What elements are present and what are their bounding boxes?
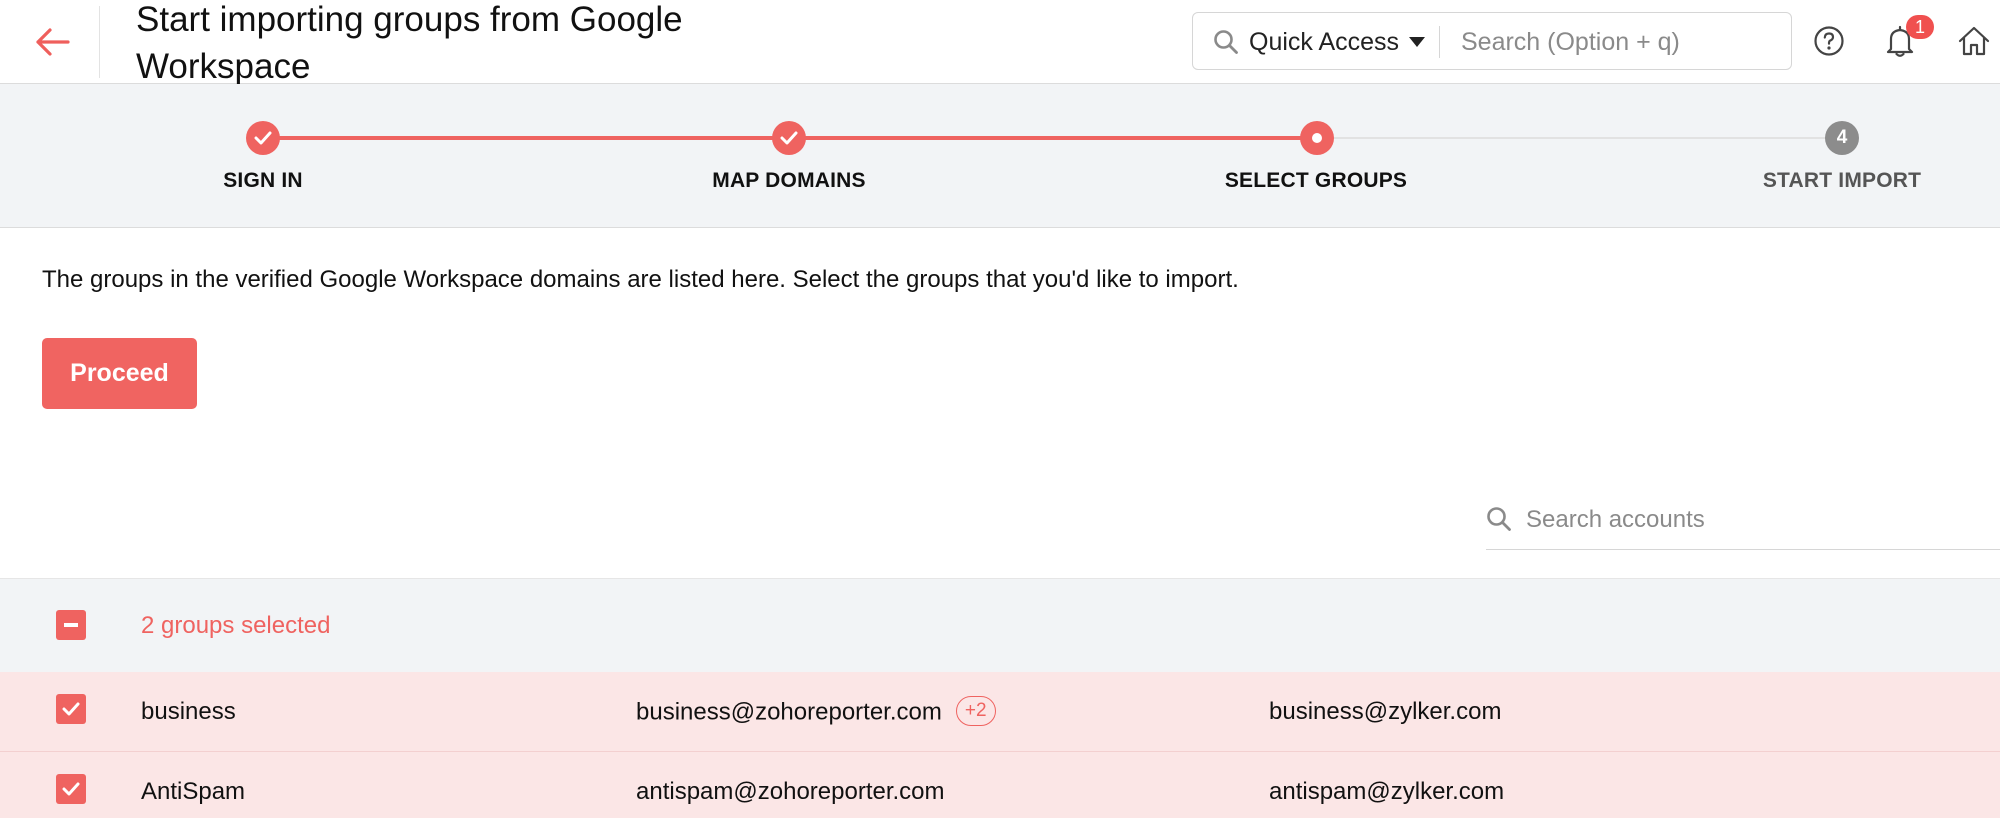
import-stepper: SIGN IN MAP DOMAINS SELECT GROUPS 4 STAR… [0, 84, 2000, 228]
search-accounts-box [1486, 494, 2000, 550]
arrow-left-icon [36, 28, 70, 56]
quick-access-dropdown[interactable]: Quick Access [1249, 25, 1426, 59]
table-row[interactable]: business business@zohoreporter.com +2 bus… [0, 672, 2000, 752]
global-search-box: Quick Access [1192, 12, 1792, 70]
check-icon [62, 702, 80, 716]
caret-down-icon [1409, 37, 1426, 47]
search-icon [1214, 30, 1238, 54]
selection-summary: 2 groups selected [141, 612, 331, 639]
step-label-start-import: START IMPORT [1762, 169, 1922, 192]
header-divider [99, 6, 100, 78]
group-email: antispam@zohoreporter.com [636, 778, 945, 805]
group-email: business@zohoreporter.com +2 [636, 696, 996, 728]
group-email-text: business@zohoreporter.com [636, 698, 942, 726]
target-email: business@zylker.com [1269, 698, 1502, 725]
check-icon [62, 782, 80, 796]
row-checkbox[interactable] [56, 694, 86, 724]
select-all-checkbox[interactable] [56, 610, 86, 640]
step-2-check [772, 121, 806, 155]
instructions-text: The groups in the verified Google Worksp… [42, 266, 1239, 293]
step-1-check [246, 121, 280, 155]
quick-access-label: Quick Access [1249, 27, 1400, 56]
global-search-input[interactable] [1461, 23, 1771, 61]
additional-emails-badge[interactable]: +2 [955, 696, 996, 726]
notification-badge: 1 [1906, 15, 1934, 39]
search-icon [1487, 507, 1511, 531]
check-icon [254, 131, 272, 145]
active-dot-icon [1312, 133, 1322, 143]
row-checkbox[interactable] [56, 774, 86, 804]
step-3-active [1300, 121, 1334, 155]
home-icon[interactable] [1957, 25, 1991, 57]
group-name: AntiSpam [141, 778, 246, 805]
group-name: business [141, 698, 236, 725]
stepper-remaining-line [1317, 137, 1843, 139]
page-title: Start importing groups from Google Works… [136, 0, 683, 86]
selection-header-row: 2 groups selected [0, 578, 2000, 672]
step-label-sign-in: SIGN IN [223, 169, 303, 192]
target-email: antispam@zylker.com [1269, 778, 1505, 805]
top-header: Start importing groups from Google Works… [0, 0, 2000, 86]
check-icon [780, 131, 798, 145]
help-circle-icon[interactable] [1813, 25, 1845, 57]
table-row[interactable]: AntiSpam antispam@zohoreporter.com antis… [0, 752, 2000, 818]
step-4-number: 4 [1825, 121, 1859, 155]
minus-icon [64, 623, 78, 627]
step-label-map-domains: MAP DOMAINS [712, 169, 866, 192]
step-label-select-groups: SELECT GROUPS [1224, 169, 1408, 192]
search-accounts-input[interactable] [1526, 502, 1986, 538]
proceed-button[interactable]: Proceed [42, 338, 197, 409]
search-separator [1439, 26, 1440, 58]
back-button[interactable] [32, 22, 72, 62]
